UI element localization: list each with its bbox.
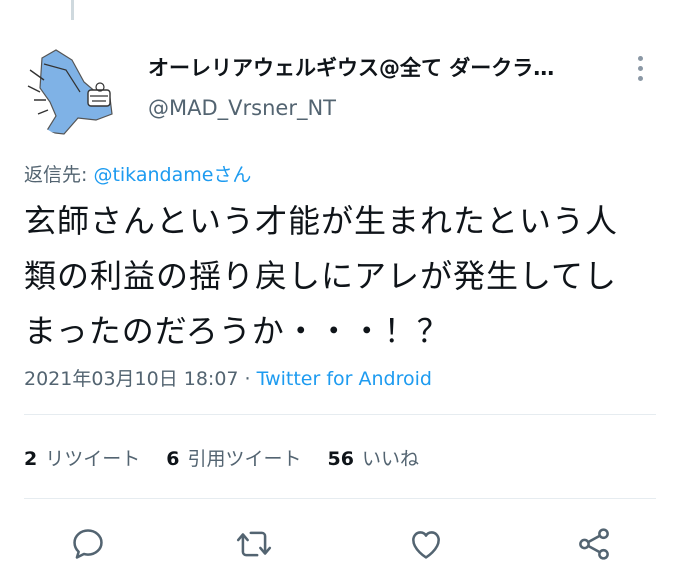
tweet-text-line: まったのだろうか・・・！？: [24, 312, 450, 350]
reply-to: 返信先: @tikandameさん: [24, 160, 251, 187]
action-bar: [0, 522, 680, 570]
avatar-drawing: [27, 49, 113, 135]
retweet-icon: [236, 531, 272, 557]
retweet-button[interactable]: [232, 522, 276, 566]
more-options-icon[interactable]: [626, 50, 654, 86]
likes-stat[interactable]: 56 いいね: [328, 444, 419, 471]
timestamp[interactable]: 2021年03月10日 18:07 ·: [24, 368, 257, 390]
quotes-stat[interactable]: 6 引用ツイート: [166, 444, 301, 471]
thread-connector-line: [71, 0, 74, 20]
avatar[interactable]: [26, 40, 124, 138]
quotes-label: 引用ツイート: [187, 448, 302, 470]
divider: [24, 498, 656, 499]
reply-icon: [73, 529, 103, 559]
like-button[interactable]: [404, 522, 448, 566]
retweets-stat[interactable]: 2 リツイート: [24, 444, 140, 471]
engagement-stats: 2 リツイート 6 引用ツイート 56 いいね: [24, 444, 419, 471]
reply-to-label: 返信先:: [24, 164, 88, 186]
reply-mention-link[interactable]: @tikandameさん: [93, 164, 251, 186]
share-button[interactable]: [572, 522, 616, 566]
reply-button[interactable]: [66, 522, 110, 566]
quotes-count: 6: [166, 448, 180, 470]
tweet-text: 玄師さんという才能が生まれたという人 類の利益の揺り戻しにアレが発生してし まっ…: [24, 194, 664, 359]
likes-count: 56: [327, 448, 354, 470]
retweets-count: 2: [24, 448, 38, 470]
tweet-text-line: 類の利益の揺り戻しにアレが発生してし: [24, 257, 618, 295]
tweet-detail: オーレリアウェルギウス@全て ダークラ… @MAD_Vrsner_NT 返信先:…: [0, 0, 680, 586]
more-dot: [637, 55, 643, 61]
likes-label: いいね: [361, 448, 419, 470]
more-dot: [637, 75, 643, 81]
share-icon: [579, 528, 609, 560]
tweet-meta: 2021年03月10日 18:07 · Twitter for Android: [24, 364, 432, 391]
divider: [24, 414, 656, 415]
user-handle[interactable]: @MAD_Vrsner_NT: [148, 96, 336, 120]
display-name[interactable]: オーレリアウェルギウス@全て ダークラ…: [148, 52, 608, 82]
like-icon: [412, 531, 440, 559]
tweet-text-line: 玄師さんという才能が生まれたという人: [24, 202, 619, 240]
retweets-label: リツイート: [45, 448, 141, 470]
source-link[interactable]: Twitter for Android: [257, 368, 432, 390]
more-dot: [637, 65, 643, 71]
